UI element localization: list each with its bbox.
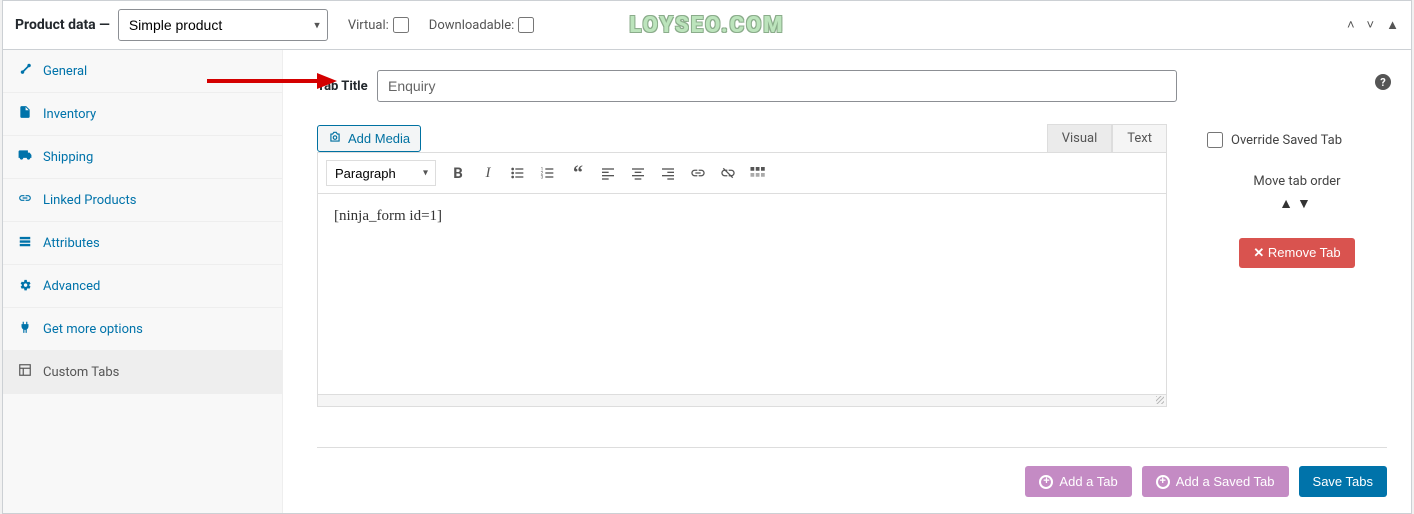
- sidebar-item-shipping[interactable]: Shipping: [3, 136, 282, 179]
- product-data-panel: Product data — Simple product ▾ Virtual:…: [2, 0, 1412, 514]
- format-wrap: Paragraph ▾: [326, 160, 436, 186]
- plus-circle-icon: +: [1039, 475, 1053, 489]
- add-tab-label: Add a Tab: [1059, 474, 1117, 489]
- chevron-down-icon[interactable]: ˅: [1367, 17, 1375, 33]
- format-select[interactable]: Paragraph: [326, 160, 436, 186]
- toolbar-toggle-icon[interactable]: [744, 159, 772, 187]
- editor-zone: Add Media Visual Text Paragraph ▾: [317, 124, 1387, 407]
- sidebar-item-label: Attributes: [43, 236, 100, 251]
- content-area: ? Tab Title Add Media: [283, 50, 1411, 513]
- tab-side-panel: Override Saved Tab Move tab order ▲▼ ✕ R…: [1207, 124, 1387, 268]
- sidebar-item-attributes[interactable]: Attributes: [3, 222, 282, 265]
- media-icon: [328, 130, 342, 147]
- move-down-icon[interactable]: ▼: [1297, 196, 1315, 212]
- downloadable-label: Downloadable:: [429, 18, 514, 33]
- panel-title: Product data —: [15, 17, 110, 33]
- override-row: Override Saved Tab: [1207, 132, 1387, 148]
- downloadable-group: Downloadable:: [429, 17, 534, 33]
- downloadable-checkbox[interactable]: [518, 17, 534, 33]
- virtual-label: Virtual:: [348, 18, 389, 33]
- remove-tab-button[interactable]: ✕ Remove Tab: [1239, 238, 1354, 268]
- sidebar: General Inventory Shipping Linked Produc…: [3, 50, 283, 513]
- sidebar-item-inventory[interactable]: Inventory: [3, 93, 282, 136]
- editor-box: Paragraph ▾ B I 123 “: [317, 152, 1167, 407]
- close-icon: ✕: [1253, 245, 1264, 260]
- watermark: LOYSEO.COM: [629, 13, 784, 38]
- add-saved-tab-button[interactable]: + Add a Saved Tab: [1142, 466, 1289, 497]
- unlink-icon[interactable]: [714, 159, 742, 187]
- header-controls: ˄ ˅ ▲: [1347, 17, 1399, 33]
- wrench-icon: [17, 62, 33, 80]
- footer-buttons: + Add a Tab + Add a Saved Tab Save Tabs: [317, 466, 1387, 497]
- numbered-list-icon[interactable]: 123: [534, 159, 562, 187]
- add-saved-tab-label: Add a Saved Tab: [1176, 474, 1275, 489]
- tab-title-input[interactable]: [377, 70, 1177, 102]
- virtual-group: Virtual:: [348, 17, 409, 33]
- italic-icon[interactable]: I: [474, 159, 502, 187]
- add-tab-button[interactable]: + Add a Tab: [1025, 466, 1131, 497]
- editor-main: Add Media Visual Text Paragraph ▾: [317, 124, 1167, 407]
- resize-handle[interactable]: [318, 394, 1166, 406]
- add-media-label: Add Media: [348, 131, 410, 146]
- sidebar-item-label: Shipping: [43, 150, 93, 165]
- move-order-controls: ▲▼: [1207, 195, 1387, 212]
- sidebar-item-label: Inventory: [43, 107, 96, 122]
- tab-title-row: Tab Title: [317, 70, 1387, 102]
- editor-content[interactable]: [ninja_form id=1]: [318, 194, 1166, 394]
- sidebar-item-linked-products[interactable]: Linked Products: [3, 179, 282, 222]
- align-center-icon[interactable]: [624, 159, 652, 187]
- sidebar-item-advanced[interactable]: Advanced: [3, 265, 282, 308]
- sidebar-item-label: General: [43, 64, 87, 79]
- svg-text:3: 3: [541, 174, 544, 180]
- truck-icon: [17, 148, 33, 166]
- add-media-button[interactable]: Add Media: [317, 125, 421, 152]
- product-type-select[interactable]: Simple product: [118, 9, 328, 41]
- bullet-list-icon[interactable]: [504, 159, 532, 187]
- sidebar-item-get-more[interactable]: Get more options: [3, 308, 282, 351]
- panel-body: General Inventory Shipping Linked Produc…: [3, 50, 1411, 513]
- media-row: Add Media Visual Text: [317, 124, 1167, 152]
- toolbar: Paragraph ▾ B I 123 “: [318, 153, 1166, 194]
- sidebar-item-label: Get more options: [43, 322, 143, 337]
- move-up-icon[interactable]: ▲: [1279, 196, 1297, 212]
- divider: [317, 447, 1387, 448]
- list-icon: [17, 234, 33, 252]
- arrow-annotation: [207, 71, 337, 91]
- editor-tabs: Visual Text: [1047, 124, 1167, 152]
- note-icon: [17, 105, 33, 123]
- editor-tab-visual[interactable]: Visual: [1047, 124, 1113, 152]
- plug-icon: [17, 320, 33, 338]
- align-right-icon[interactable]: [654, 159, 682, 187]
- override-label: Override Saved Tab: [1231, 133, 1342, 148]
- product-type-wrap: Simple product ▾: [118, 9, 328, 41]
- plus-circle-icon: +: [1156, 475, 1170, 489]
- gear-icon: [17, 277, 33, 295]
- move-order-label: Move tab order: [1207, 174, 1387, 189]
- triangle-up-icon[interactable]: ▲: [1386, 17, 1399, 33]
- insert-link-icon[interactable]: [684, 159, 712, 187]
- sidebar-item-label: Linked Products: [43, 193, 136, 208]
- remove-tab-label: Remove Tab: [1268, 245, 1341, 260]
- link-icon: [17, 191, 33, 209]
- panel-header: Product data — Simple product ▾ Virtual:…: [3, 1, 1411, 50]
- sidebar-item-label: Custom Tabs: [43, 365, 119, 380]
- virtual-checkbox[interactable]: [393, 17, 409, 33]
- chevron-up-icon[interactable]: ˄: [1347, 17, 1355, 33]
- layout-icon: [17, 363, 33, 381]
- override-checkbox[interactable]: [1207, 132, 1223, 148]
- sidebar-item-label: Advanced: [43, 279, 100, 294]
- blockquote-icon[interactable]: “: [564, 159, 592, 187]
- editor-tab-text[interactable]: Text: [1112, 124, 1167, 152]
- sidebar-item-custom-tabs[interactable]: Custom Tabs: [3, 351, 282, 394]
- align-left-icon[interactable]: [594, 159, 622, 187]
- save-tabs-button[interactable]: Save Tabs: [1299, 466, 1387, 497]
- bold-icon[interactable]: B: [444, 159, 472, 187]
